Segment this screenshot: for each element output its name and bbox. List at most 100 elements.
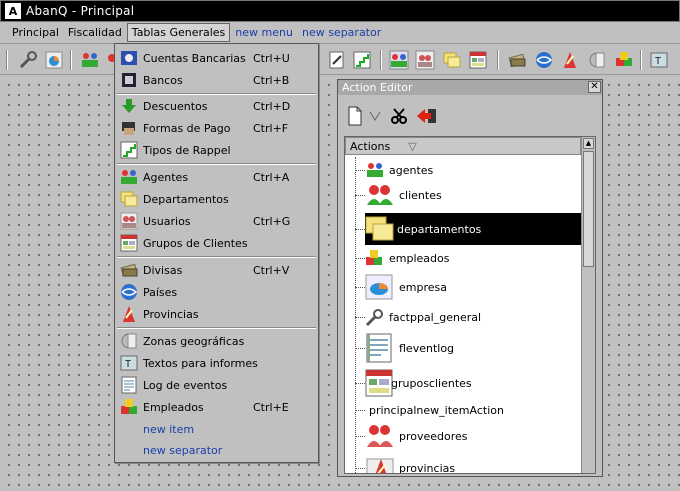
countries-toolbar-button[interactable] bbox=[532, 48, 556, 72]
people-icon bbox=[367, 425, 393, 447]
menu-item-tipos-de-rappel[interactable]: Tipos de Rappel bbox=[115, 139, 318, 161]
menu-item-grupos-de-clientes[interactable]: Grupos de Clientes bbox=[115, 232, 318, 254]
menu-item-paises[interactable]: Países bbox=[115, 281, 318, 303]
menu-item-textos-para-informes[interactable]: T Textos para informes bbox=[115, 352, 318, 374]
list-item[interactable]: factppal_general bbox=[345, 305, 581, 329]
pie-chart-icon bbox=[365, 274, 393, 300]
toolbar-separator bbox=[70, 50, 72, 70]
people-icon bbox=[367, 185, 393, 205]
wrench-icon bbox=[365, 309, 383, 327]
bank-account-icon bbox=[121, 51, 137, 65]
list-item[interactable]: principalnew_itemAction bbox=[345, 401, 581, 419]
toolbar-separator bbox=[497, 50, 499, 70]
menu-item-empleados[interactable]: Empleados Ctrl+E bbox=[115, 396, 318, 418]
menu-fiscalidad[interactable]: Fiscalidad bbox=[64, 24, 126, 41]
provinces-toolbar-button[interactable] bbox=[558, 48, 582, 72]
menu-item-divisas[interactable]: Divisas Ctrl+V bbox=[115, 259, 318, 281]
users-toolbar-button[interactable] bbox=[413, 48, 437, 72]
groups-toolbar-button[interactable] bbox=[466, 48, 490, 72]
window-title: AbanQ - Principal bbox=[26, 4, 135, 18]
action-editor-title: Action Editor bbox=[342, 81, 413, 94]
close-icon[interactable]: ✕ bbox=[588, 81, 601, 93]
svg-text:T: T bbox=[655, 56, 661, 67]
menu-item-formas-de-pago[interactable]: Formas de Pago Ctrl+F bbox=[115, 117, 318, 139]
pie-chart-icon bbox=[45, 51, 63, 69]
menu-item-usuarios[interactable]: Usuarios Ctrl+G bbox=[115, 210, 318, 232]
document-edit-icon bbox=[329, 51, 344, 69]
log-icon bbox=[366, 333, 392, 363]
menu-new-menu[interactable]: new menu bbox=[231, 24, 297, 41]
tools-button[interactable] bbox=[16, 48, 40, 72]
scroll-thumb[interactable] bbox=[583, 151, 594, 267]
list-item[interactable]: gruposclientes bbox=[345, 367, 581, 399]
menu-item-new-separator[interactable]: new separator bbox=[115, 439, 318, 461]
menu-item-agentes[interactable]: Agentes Ctrl+A bbox=[115, 166, 318, 188]
people-icon bbox=[367, 163, 383, 177]
menu-item-zonas-geograficas[interactable]: Zonas geográficas bbox=[115, 330, 318, 352]
departments-toolbar-button[interactable] bbox=[440, 48, 464, 72]
stairs-icon bbox=[120, 141, 138, 159]
scroll-up-icon[interactable]: ▲ bbox=[583, 138, 594, 149]
employees-toolbar-button[interactable] bbox=[612, 48, 636, 72]
scissors-icon bbox=[391, 108, 407, 124]
sticky-notes-icon bbox=[120, 191, 138, 207]
zones-toolbar-button[interactable] bbox=[585, 48, 609, 72]
menu-item-log-de-eventos[interactable]: Log de eventos bbox=[115, 374, 318, 396]
currencies-toolbar-button[interactable] bbox=[505, 48, 529, 72]
delete-arrow-icon bbox=[417, 109, 436, 123]
menu-item-bancos[interactable]: Bancos Ctrl+B bbox=[115, 69, 318, 91]
menu-tablas-generales[interactable]: Tablas Generales bbox=[126, 23, 231, 42]
stairs-button[interactable] bbox=[350, 48, 374, 72]
list-item[interactable]: agentes bbox=[345, 159, 581, 181]
people-icon bbox=[120, 212, 138, 230]
sticky-notes-icon bbox=[365, 216, 394, 241]
list-item[interactable]: provincias bbox=[345, 453, 581, 473]
list-item[interactable]: fleventlog bbox=[345, 331, 581, 365]
dropdown-button[interactable] bbox=[364, 105, 386, 127]
map-pin-icon bbox=[123, 306, 135, 322]
table-grid-icon bbox=[365, 369, 393, 397]
menu-principal[interactable]: Principal bbox=[8, 24, 63, 41]
actions-column-header[interactable]: Actions ▽ bbox=[345, 137, 581, 155]
sticky-notes-icon bbox=[443, 52, 461, 68]
toolbar-separator bbox=[6, 50, 8, 70]
menu-separator bbox=[117, 327, 316, 329]
menu-item-provincias[interactable]: Provincias bbox=[115, 303, 318, 325]
list-item[interactable]: clientes bbox=[345, 181, 581, 209]
list-item[interactable]: empleados bbox=[345, 247, 581, 269]
delete-button[interactable] bbox=[416, 105, 438, 127]
toolbar-separator bbox=[380, 50, 382, 70]
list-item[interactable]: empresa bbox=[345, 271, 581, 303]
company-button[interactable] bbox=[42, 48, 66, 72]
menu-item-descuentos[interactable]: Descuentos Ctrl+D bbox=[115, 95, 318, 117]
edit-doc-button[interactable] bbox=[325, 48, 349, 72]
map-icon bbox=[121, 333, 137, 349]
toolbar-separator bbox=[640, 50, 642, 70]
action-editor-titlebar[interactable]: Action Editor ✕ bbox=[338, 80, 602, 95]
table-grid-icon bbox=[469, 51, 487, 69]
log-icon bbox=[121, 376, 137, 394]
globe-icon bbox=[121, 284, 138, 300]
money-icon bbox=[120, 263, 138, 277]
map-pin-icon bbox=[366, 458, 394, 473]
action-editor-panel: Action Editor ✕ Actions ▽ ▲ agentes clie… bbox=[337, 79, 603, 477]
agents-toolbar-button[interactable] bbox=[387, 48, 411, 72]
new-action-button[interactable] bbox=[344, 105, 366, 127]
menu-item-cuentas-bancarias[interactable]: Cuentas Bancarias Ctrl+U bbox=[115, 47, 318, 69]
actions-list[interactable]: Actions ▽ ▲ agentes clientes departament… bbox=[344, 136, 596, 474]
main-toolbar: T bbox=[0, 45, 680, 75]
menu-item-departamentos[interactable]: Departamentos bbox=[115, 188, 318, 210]
menu-new-separator[interactable]: new separator bbox=[298, 24, 385, 41]
list-item[interactable]: proveedores bbox=[345, 421, 581, 451]
agents-button[interactable] bbox=[78, 48, 102, 72]
money-icon bbox=[508, 53, 526, 68]
cut-button[interactable] bbox=[388, 105, 410, 127]
bank-icon bbox=[122, 73, 136, 87]
actions-scrollbar[interactable]: ▲ bbox=[581, 137, 595, 473]
chevron-down-icon bbox=[369, 111, 381, 121]
texts-toolbar-button[interactable]: T bbox=[647, 48, 671, 72]
sort-down-icon: ▽ bbox=[408, 139, 417, 153]
menu-separator bbox=[117, 163, 316, 165]
list-item-selected[interactable]: departamentos bbox=[345, 213, 581, 245]
menu-item-new-item[interactable]: new item bbox=[115, 418, 318, 440]
